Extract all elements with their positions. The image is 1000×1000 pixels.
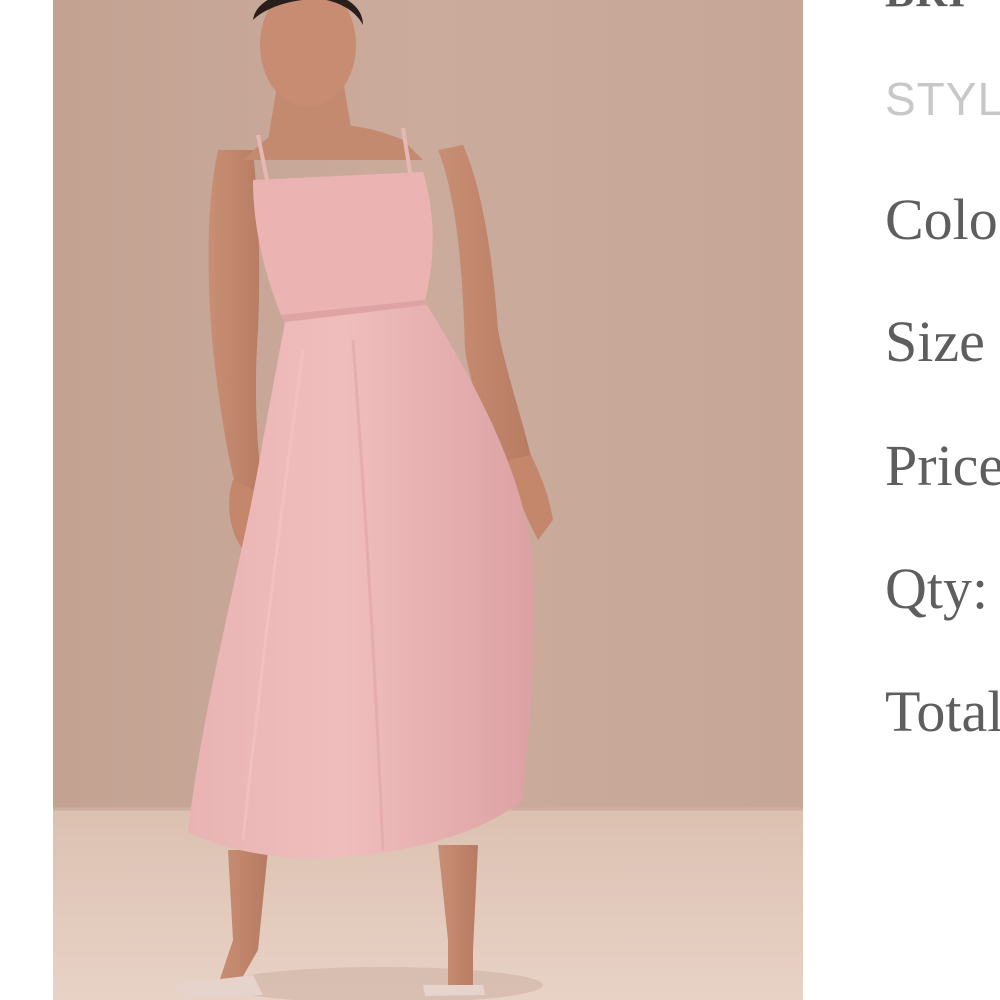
price-label: Price	[885, 433, 1000, 498]
product-photo	[53, 0, 803, 1000]
color-label: Colo	[885, 187, 998, 252]
model-in-pink-dress-image	[53, 0, 803, 1000]
style-label: STYL	[885, 73, 1000, 125]
qty-label: Qty:	[885, 556, 989, 621]
size-label: Size	[885, 309, 985, 374]
product-title: BRI	[885, 0, 966, 17]
product-details-panel: BRI STYL Colo Size Price Qty: Total	[885, 0, 1000, 1000]
total-label: Total	[885, 679, 1000, 744]
